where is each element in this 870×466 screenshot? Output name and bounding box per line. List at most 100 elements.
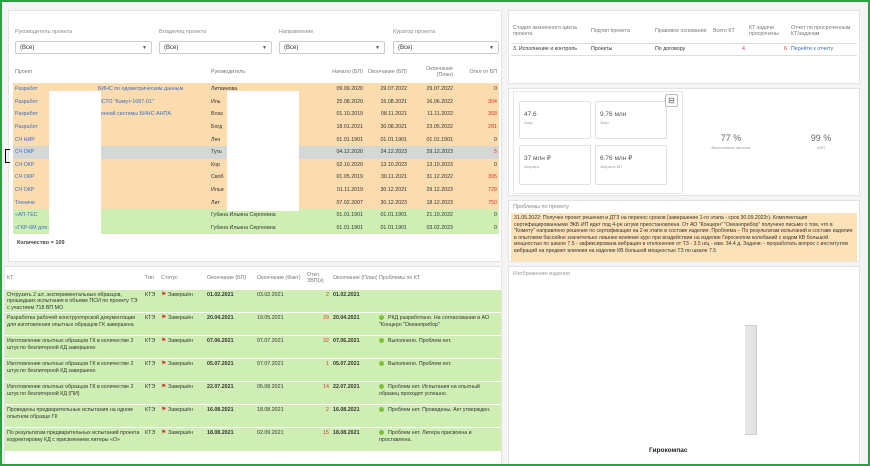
kt-name-cell[interactable]: Проведены предварительные испытания на о… bbox=[5, 405, 143, 428]
kt-type-cell: КТЭ bbox=[145, 407, 156, 413]
col-header[interactable]: Откл от БП bbox=[455, 61, 499, 83]
kt-name-cell[interactable]: Изготовление опытных образцов ГК в колич… bbox=[5, 382, 143, 405]
kt-fact-cell: 02.09.2021 bbox=[257, 430, 284, 436]
cell-text: 0 bbox=[494, 161, 497, 168]
kt-fact-cell: 07.07.2021 bbox=[257, 361, 284, 367]
kt-bp-cell: 16.08.2021 bbox=[207, 407, 234, 413]
end-bp-cell: 13.10.2023 bbox=[365, 159, 409, 172]
kt-table: КТ Тип Статус Окончание (БП) Окончание (… bbox=[5, 267, 501, 451]
kt-status-cell: ⚑ Завершён bbox=[159, 289, 205, 313]
stage-cell: 3. Исполнение и контроль bbox=[513, 46, 578, 52]
project-name-cell[interactable]: Разработ bbox=[13, 121, 209, 134]
filter-lead-select[interactable]: (Все) ▼ bbox=[15, 41, 152, 54]
cell-text: 750 bbox=[488, 199, 497, 206]
project-name-cell[interactable]: СЧ ОКР bbox=[13, 159, 209, 172]
cell-text: Туть bbox=[211, 149, 222, 156]
cell-text: Губина Ильина Сергеевна bbox=[211, 212, 276, 219]
cell-text: 5 bbox=[494, 149, 497, 156]
col-header[interactable]: Начало (БП) bbox=[319, 61, 365, 83]
status-text: Завершён bbox=[168, 407, 193, 413]
col-header[interactable]: Окончание (План) bbox=[409, 61, 455, 83]
end-bp-cell: 30.12.2023 bbox=[365, 196, 409, 209]
problems-text: 31.05.2022: Получен проект решения и ДТЗ… bbox=[511, 213, 857, 261]
problem-text: Проблем нет. Испытания на опытный образе… bbox=[379, 384, 480, 397]
cell-text: 11.11.2022 bbox=[427, 111, 453, 118]
kt-row[interactable]: Проведены предварительные испытания на о… bbox=[5, 404, 501, 428]
project-name-cell[interactable]: СЧ ОКР bbox=[13, 171, 209, 184]
col-header[interactable]: Окончание (БП) bbox=[365, 61, 409, 83]
progress-label: Выполнение проекта bbox=[711, 145, 751, 150]
end-plan-cell: 16.06.2022 bbox=[409, 96, 455, 109]
end-plan-cell: 01.01.1901 bbox=[409, 133, 455, 146]
flag-icon: ⚑ bbox=[161, 291, 169, 298]
kt-row[interactable]: Разработка рабочей конструкторской докум… bbox=[5, 312, 501, 336]
project-name-cell[interactable]: Разработ ионной системы БИНС-АНПА bbox=[13, 108, 209, 121]
kt-plan-cell: 01.02.2021 bbox=[333, 291, 360, 298]
col-header[interactable]: Проект bbox=[13, 61, 209, 83]
flag-icon: ⚑ bbox=[161, 315, 169, 321]
kt-name-cell[interactable]: Разработка рабочей конструкторской докум… bbox=[5, 313, 143, 336]
end-plan-cell: 31.12.2022 bbox=[409, 171, 455, 184]
kt-row[interactable]: Изготовление опытных образцов ГК в колич… bbox=[5, 358, 501, 382]
filter-value: (Все) bbox=[20, 45, 35, 51]
kt-problem-cell: Проблем нет. Испытания на опытный образе… bbox=[377, 382, 501, 405]
kt-name-cell[interactable]: Изготовление опытных образцов ГК в колич… bbox=[5, 359, 143, 382]
redaction bbox=[627, 103, 657, 137]
project-name-cell[interactable]: «АП-ТЕС bbox=[13, 209, 209, 222]
col-header[interactable]: Окончание (План) bbox=[331, 267, 377, 289]
kt-row[interactable]: По результатам предварительных испытаний… bbox=[5, 427, 501, 451]
kt-row[interactable]: Изготовление опытных образцов ГК в колич… bbox=[5, 335, 501, 359]
project-name-cell[interactable]: «ГКР-6М для проекта 23у2» bbox=[13, 222, 209, 235]
kt-plan-cell: 20.04.2021 bbox=[333, 315, 360, 321]
col-header: Правовое основание bbox=[655, 27, 707, 34]
export-icon[interactable]: ⊟ bbox=[665, 94, 678, 107]
cell-text: 29.07.2022 bbox=[426, 86, 453, 93]
start-cell: 01.01.1901 bbox=[319, 222, 365, 235]
col-header[interactable]: Тип bbox=[143, 267, 159, 289]
chevron-down-icon: ▼ bbox=[262, 45, 267, 51]
kt-dev-cell: 2 bbox=[326, 291, 329, 298]
cell-text: 07.02.2007 bbox=[336, 199, 363, 206]
kt-problem-cell: Проблем нет. Проведены. Акт утвержден. bbox=[377, 405, 501, 428]
kt-row[interactable]: Изготовление опытных образцов ГК в колич… bbox=[5, 381, 501, 405]
col-header[interactable]: Проблемы по КТ bbox=[377, 267, 501, 289]
project-name-cell[interactable]: СЧ ОКР bbox=[13, 184, 209, 197]
start-cell: 01.01.1901 bbox=[319, 209, 365, 222]
project-name-cell[interactable]: Разработ НСТО "Камут-1087-01" bbox=[13, 96, 209, 109]
col-header[interactable]: Окончание (БП) bbox=[205, 267, 255, 289]
deviation-cell: 395 bbox=[455, 171, 499, 184]
kt-row[interactable]: Отгрузить 2 шт. экспериментальных образц… bbox=[5, 289, 501, 313]
filter-owner-select[interactable]: (Все) ▼ bbox=[159, 41, 272, 54]
stage-panel: Стадия жизненного цикла проекта Подтип п… bbox=[508, 10, 860, 84]
col-header[interactable]: КТ bbox=[5, 267, 143, 289]
start-cell: 04.12.2020 bbox=[319, 146, 365, 159]
project-name-cell[interactable]: Техниче bbox=[13, 196, 209, 209]
col-header[interactable]: Руководитель bbox=[209, 61, 319, 83]
cell-text: Губина Ильина Сергеевна bbox=[211, 224, 276, 231]
kt-bp-cell: 05.07.2021 bbox=[207, 361, 234, 367]
cell-text: 01.05.2019 bbox=[336, 174, 363, 181]
kt-type-cell: КТЭ bbox=[145, 361, 156, 367]
project-name-cell[interactable]: СЧ НИР bbox=[13, 133, 209, 146]
col-header[interactable]: Статус bbox=[159, 267, 205, 289]
kt-problem-cell: РКД разработано. На согласовании в АО "К… bbox=[377, 313, 501, 336]
project-name-cell[interactable]: Разработ БИНС по одометрическим данным bbox=[13, 83, 209, 96]
kt-name-cell[interactable]: По результатам предварительных испытаний… bbox=[5, 428, 143, 451]
cell-text: 304 bbox=[488, 98, 497, 105]
report-link[interactable]: Перейти к отчету bbox=[789, 43, 857, 55]
cell-text: «АП-ТЕС bbox=[15, 212, 38, 219]
kt-type-cell: КТЭ bbox=[145, 384, 156, 390]
cell-text: 281 bbox=[488, 124, 497, 131]
cell-text: Лен bbox=[211, 136, 221, 143]
col-header: Всего КТ bbox=[713, 27, 735, 34]
col-header[interactable]: Окончание (Факт) bbox=[255, 267, 305, 289]
col-header[interactable]: Откл. ЗВП(з) bbox=[305, 267, 331, 289]
cell-text: 0 bbox=[494, 86, 497, 93]
kt-name-cell[interactable]: Отгрузить 2 шт. экспериментальных образц… bbox=[5, 289, 143, 313]
filter-curator-select[interactable]: (Все) ▼ bbox=[393, 41, 499, 54]
kpi-sublabel: Затр. bbox=[524, 120, 534, 125]
filter-direction-select[interactable]: (Все) ▼ bbox=[279, 41, 385, 54]
project-name-cell[interactable]: СЧ ОКР bbox=[13, 146, 209, 159]
cell-text: 29.07.2022 bbox=[380, 86, 407, 93]
kt-name-cell[interactable]: Изготовление опытных образцов ГК в колич… bbox=[5, 336, 143, 359]
